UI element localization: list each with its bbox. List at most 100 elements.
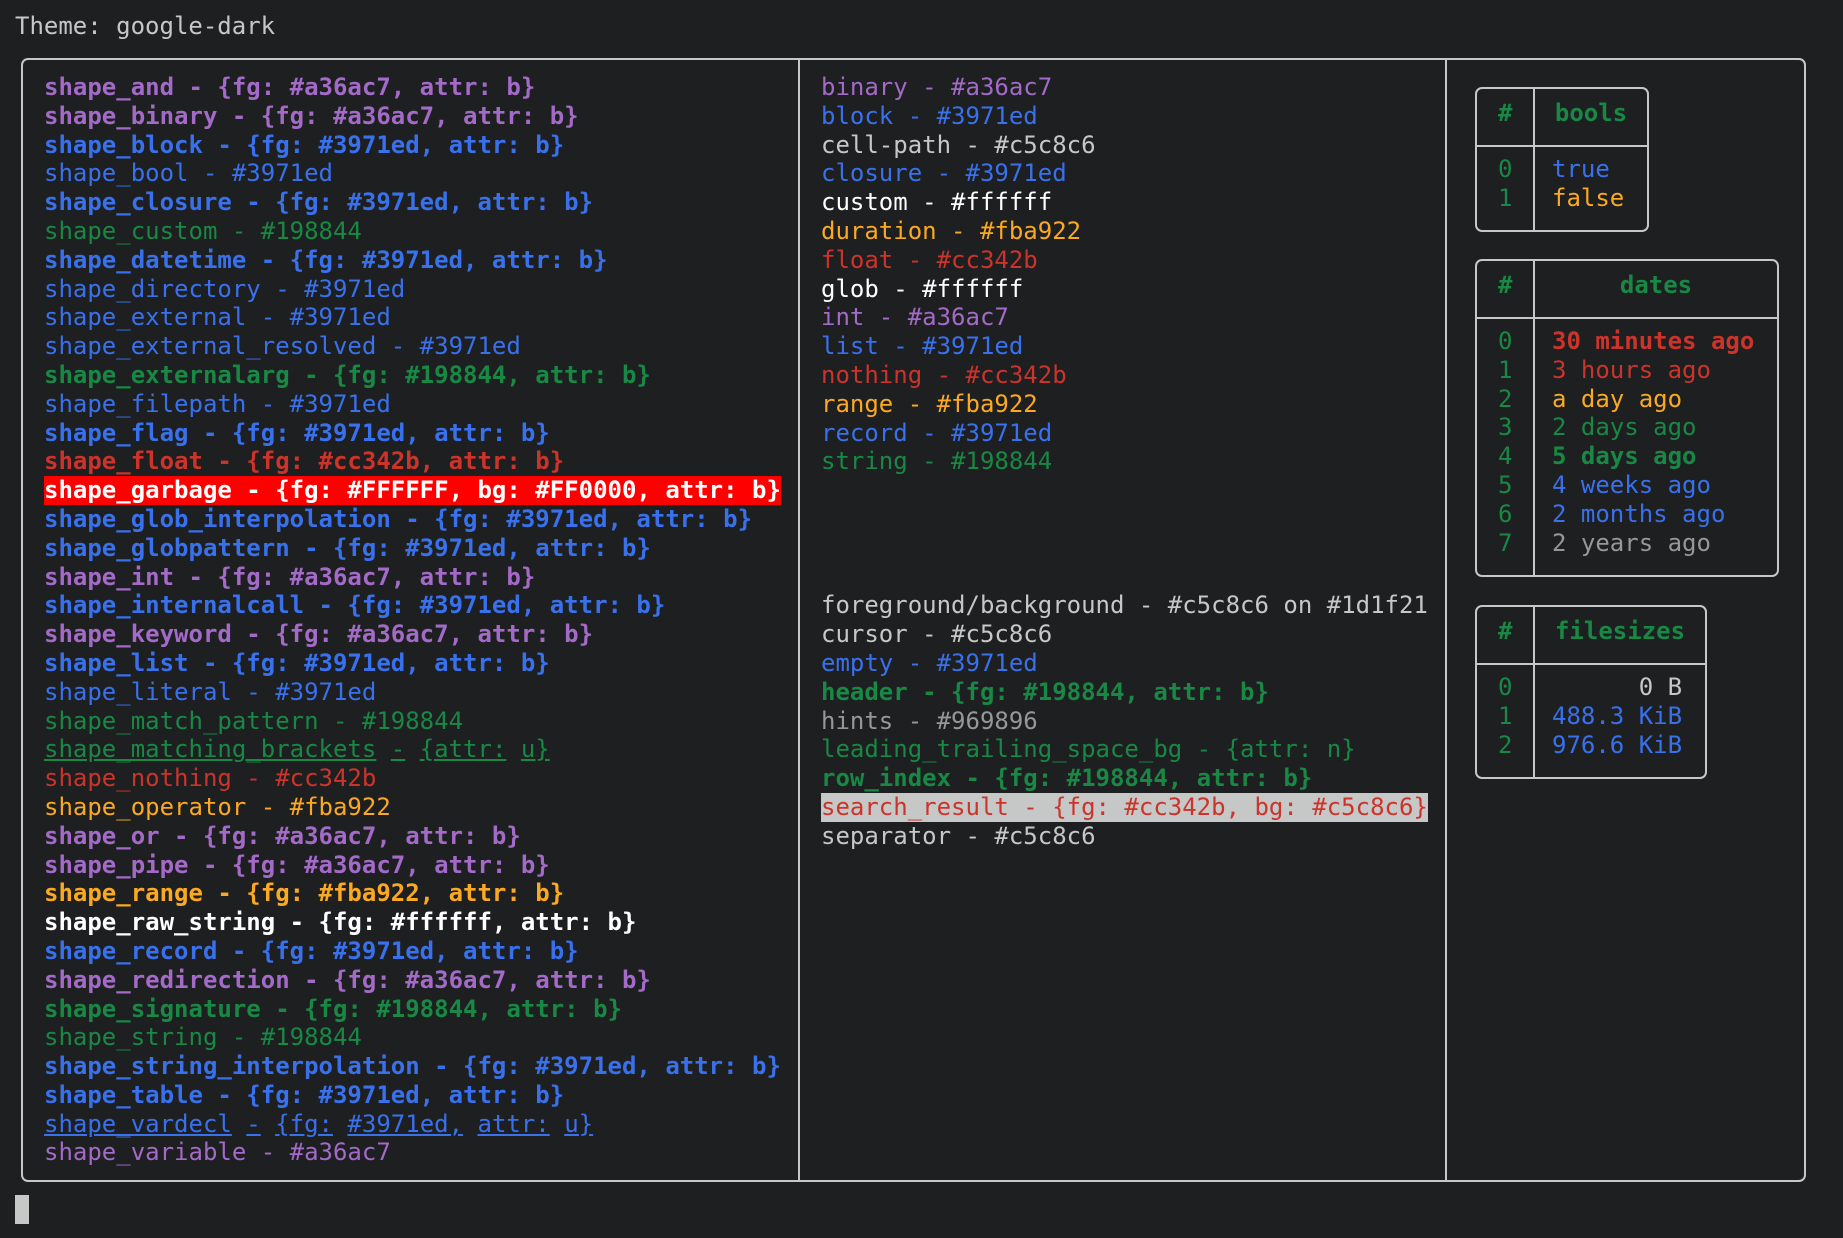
shape-style-row: shape_flag - {fg: #3971ed, attr: b} [44,418,550,447]
type-color-row: float - #cc342b [821,245,1038,274]
shape-style-row: shape_range - {fg: #fba922, attr: b} [44,879,565,908]
ui-color-row: foreground/background - #c5c8c6 on #1d1f… [821,591,1428,620]
header-divider [1477,145,1647,147]
ui-color-row: row_index - {fg: #198844, attr: b} [821,764,1313,793]
row-index: 3 [1498,413,1513,442]
type-color-row: custom - #ffffff [821,188,1053,217]
blank-row [821,476,1428,505]
type-color-row: record - #3971ed [821,418,1053,447]
row-index: 2 [1498,384,1513,413]
shape-styles-column: shape_and - {fg: #a36ac7, attr: b} shape_… [44,73,781,1167]
shape-style-row: shape_string - #198844 [44,1023,362,1052]
index-header: # [1498,617,1513,645]
header-divider [1477,317,1777,319]
shape-style-row: shape_globpattern - {fg: #3971ed, attr: … [44,533,651,562]
shape-style-row: shape_operator - #fba922 [44,792,391,821]
index-column-divider [1533,89,1535,230]
column-divider [798,58,800,1182]
shape-style-row: shape_match_pattern - #198844 [44,706,464,735]
row-index: 2 [1498,730,1513,759]
shape-style-row: shape_and - {fg: #a36ac7, attr: b} [44,73,536,101]
shape-style-row: shape_vardecl - {fg: #3971ed, attr: u} [44,1109,594,1138]
shape-style-row: shape_int - {fg: #a36ac7, attr: b} [44,562,536,591]
ui-color-row: search_result - {fg: #cc342b, bg: #c5c8c… [821,792,1428,822]
bools-value: true [1552,155,1610,183]
row-index: 1 [1498,701,1513,730]
shape-style-row: shape_or - {fg: #a36ac7, attr: b} [44,821,521,850]
index-column-divider [1533,261,1535,575]
shape-style-row: shape_internalcall - {fg: #3971ed, attr:… [44,591,666,620]
ui-color-row: separator - #c5c8c6 [821,821,1096,850]
theme-title: Theme: google-dark [15,12,276,40]
header-divider [1477,663,1705,665]
shape-style-row: shape_glob_interpolation - {fg: #3971ed,… [44,504,753,533]
bools-table: # bools 0 true 1 false [1475,87,1649,232]
shape-style-row: shape_garbage - {fg: #FFFFFF, bg: #FF000… [44,476,781,505]
shape-style-row: shape_closure - {fg: #3971ed, attr: b} [44,188,594,217]
shape-style-row: shape_directory - #3971ed [44,274,406,303]
shape-style-row: shape_bool - #3971ed [44,159,333,188]
filesizes-value: 488.3 KiB [1552,701,1683,730]
type-color-row: glob - #ffffff [821,274,1024,303]
dates-value: a day ago [1552,384,1683,413]
row-index: 6 [1498,499,1513,528]
filesizes-value: 976.6 KiB [1552,730,1683,759]
ui-color-row: hints - #969896 [821,706,1038,735]
shape-style-row: shape_string_interpolation - {fg: #3971e… [44,1052,781,1081]
shape-style-row: shape_external_resolved - #3971ed [44,332,521,361]
type-color-row: nothing - #cc342b [821,360,1067,389]
blank-row [821,534,1428,563]
ui-color-row: header - {fg: #198844, attr: b} [821,677,1269,706]
row-index: 0 [1498,327,1513,355]
column-header-bools: bools [1554,99,1628,127]
shape-style-row: shape_externalarg - {fg: #198844, attr: … [44,360,651,389]
filesizes-table: # filesizes 0 0 B 1 488.3 KiB 2 976.6 KiB [1475,605,1707,779]
row-index: 1 [1498,355,1513,384]
row-index: 1 [1498,183,1513,212]
type-color-row: block - #3971ed [821,101,1038,130]
shape-style-row: shape_list - {fg: #3971ed, attr: b} [44,648,550,677]
row-index: 0 [1498,155,1513,183]
shape-style-row: shape_raw_string - {fg: #ffffff, attr: b… [44,908,637,937]
shape-style-row: shape_datetime - {fg: #3971ed, attr: b} [44,245,608,274]
column-header-filesizes: filesizes [1554,617,1686,645]
shape-style-row: shape_custom - #198844 [44,216,362,245]
shape-style-row: shape_nothing - #cc342b [44,764,377,793]
row-index: 4 [1498,442,1513,471]
type-color-row: cell-path - #c5c8c6 [821,130,1096,159]
index-header: # [1498,271,1513,299]
row-index: 5 [1498,471,1513,499]
shape-style-row: shape_block - {fg: #3971ed, attr: b} [44,130,565,159]
shape-style-row: shape_filepath - #3971ed [44,389,391,418]
column-header-dates: dates [1619,271,1693,299]
dates-value: 2 days ago [1552,413,1697,442]
shape-style-row: shape_variable - #a36ac7 [44,1138,391,1167]
shape-style-row: shape_literal - #3971ed [44,677,377,706]
dates-value: 4 weeks ago [1552,471,1711,499]
shape-style-row: shape_binary - {fg: #a36ac7, attr: b} [44,101,579,130]
shape-style-row: shape_keyword - {fg: #a36ac7, attr: b} [44,620,594,649]
type-color-row: binary - #a36ac7 [821,73,1053,101]
dates-table: # dates 0 30 minutes ago 1 3 hours ago 2 a day … [1475,259,1779,577]
type-color-row: int - #a36ac7 [821,303,1009,332]
dates-value: 3 hours ago [1552,355,1711,384]
index-column-divider [1533,607,1535,777]
ui-color-row: cursor - #c5c8c6 [821,620,1053,649]
type-colors-column: binary - #a36ac7 block - #3971ed cell-path… [821,73,1428,851]
index-header: # [1498,99,1513,127]
type-color-row: list - #3971ed [821,332,1024,361]
shape-style-row: shape_float - {fg: #cc342b, attr: b} [44,447,565,476]
dates-value: 30 minutes ago [1552,327,1755,355]
dates-value: 2 months ago [1552,499,1726,528]
shape-style-row: shape_external - #3971ed [44,303,391,332]
terminal-cursor[interactable] [15,1195,29,1224]
dates-value: 2 years ago [1552,528,1711,557]
row-index: 0 [1498,673,1513,701]
blank-row [821,505,1428,534]
type-color-row: duration - #fba922 [821,216,1082,245]
type-color-row: closure - #3971ed [821,159,1067,188]
shape-style-row: shape_signature - {fg: #198844, attr: b} [44,994,622,1023]
dates-value: 5 days ago [1552,442,1697,471]
filesizes-value: 0 B [1638,673,1683,701]
ui-color-row: leading_trailing_space_bg - {attr: n} [821,735,1356,764]
